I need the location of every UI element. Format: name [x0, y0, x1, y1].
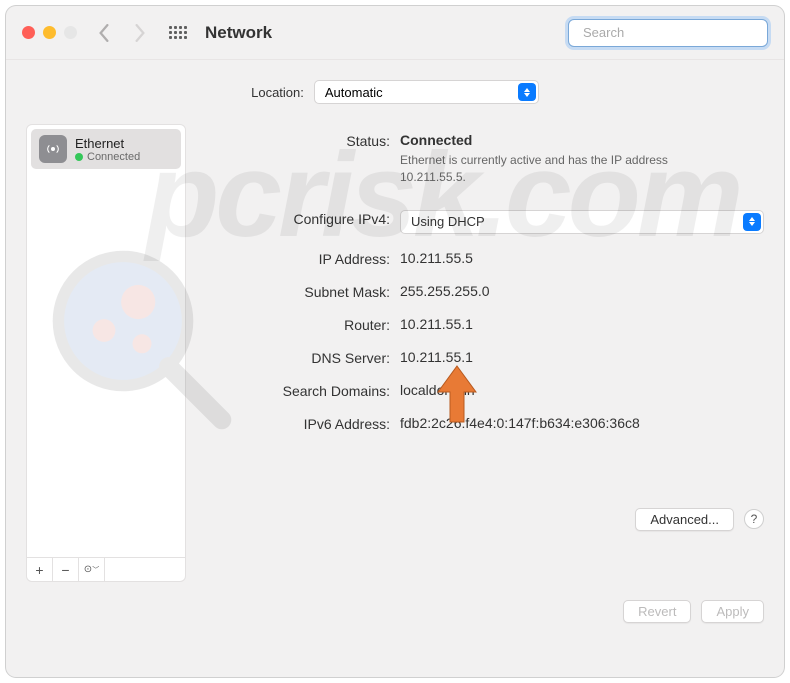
- show-all-prefs-button[interactable]: [169, 26, 187, 39]
- status-value: Connected: [400, 132, 764, 148]
- chevron-updown-icon: [743, 213, 761, 231]
- apply-button: Apply: [701, 600, 764, 623]
- forward-button: [133, 24, 147, 42]
- status-label: Status:: [206, 132, 390, 149]
- sidebar-item-status: Connected: [75, 151, 140, 163]
- window-title: Network: [205, 23, 272, 43]
- location-row: Location: Automatic: [26, 80, 764, 104]
- configure-ipv4-label: Configure IPv4:: [206, 210, 390, 227]
- main-panel: Status: Connected Ethernet is currently …: [206, 124, 764, 582]
- ipv6-address-label: IPv6 Address:: [206, 415, 390, 432]
- chevron-updown-icon: [518, 83, 536, 101]
- configure-ipv4-value: Using DHCP: [411, 214, 485, 229]
- close-window-button[interactable]: [22, 26, 35, 39]
- advanced-button[interactable]: Advanced...: [635, 508, 734, 531]
- minimize-window-button[interactable]: [43, 26, 56, 39]
- status-dot-icon: [75, 153, 83, 161]
- nav-buttons: [97, 24, 147, 42]
- back-button[interactable]: [97, 24, 111, 42]
- ipv6-address-value: fdb2:2c26:f4e4:0:147f:b634:e306:36c8: [400, 415, 764, 431]
- add-service-button[interactable]: +: [27, 558, 53, 581]
- titlebar: Network: [6, 6, 784, 60]
- configure-ipv4-select[interactable]: Using DHCP: [400, 210, 764, 234]
- location-value: Automatic: [325, 85, 383, 100]
- traffic-lights: [22, 26, 77, 39]
- sidebar-footer: + − ⊙﹀: [27, 557, 185, 581]
- help-button[interactable]: ?: [744, 509, 764, 529]
- services-sidebar: Ethernet Connected + − ⊙﹀: [26, 124, 186, 582]
- status-description: Ethernet is currently active and has the…: [400, 152, 690, 186]
- ip-address-label: IP Address:: [206, 250, 390, 267]
- service-action-button[interactable]: ⊙﹀: [79, 558, 105, 581]
- maximize-window-button: [64, 26, 77, 39]
- ip-address-value: 10.211.55.5: [400, 250, 764, 266]
- dns-server-label: DNS Server:: [206, 349, 390, 366]
- location-label: Location:: [251, 85, 304, 100]
- router-label: Router:: [206, 316, 390, 333]
- router-value: 10.211.55.1: [400, 316, 764, 332]
- dns-server-value: 10.211.55.1: [400, 349, 764, 365]
- search-domains-value: localdomain: [400, 382, 764, 398]
- subnet-mask-label: Subnet Mask:: [206, 283, 390, 300]
- subnet-mask-value: 255.255.255.0: [400, 283, 764, 299]
- sidebar-item-ethernet[interactable]: Ethernet Connected: [31, 129, 181, 169]
- remove-service-button[interactable]: −: [53, 558, 79, 581]
- revert-button: Revert: [623, 600, 691, 623]
- bottom-actions: Revert Apply: [26, 600, 764, 623]
- location-select[interactable]: Automatic: [314, 80, 539, 104]
- sidebar-item-name: Ethernet: [75, 136, 140, 151]
- ethernet-icon: [39, 135, 67, 163]
- search-field[interactable]: [568, 19, 768, 47]
- search-domains-label: Search Domains:: [206, 382, 390, 399]
- search-input[interactable]: [583, 25, 759, 40]
